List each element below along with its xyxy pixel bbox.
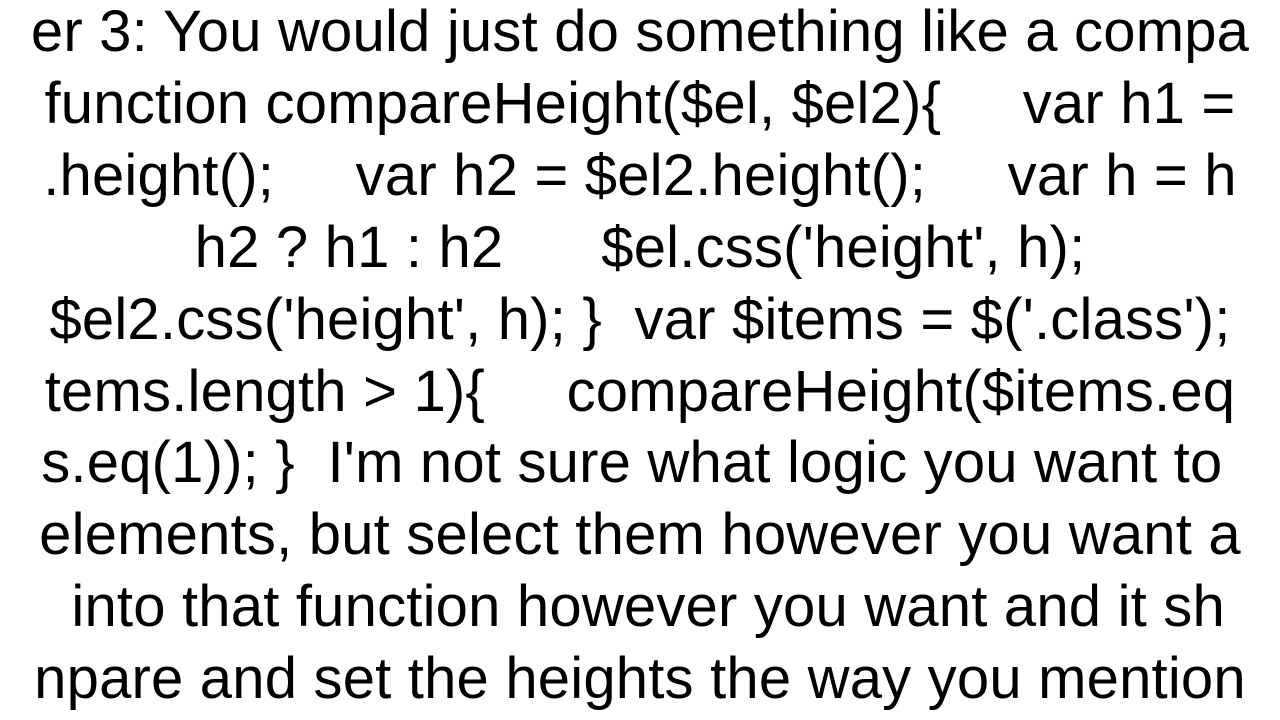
answer-text-block: er 3: You would just do something like a… [0, 0, 1280, 715]
